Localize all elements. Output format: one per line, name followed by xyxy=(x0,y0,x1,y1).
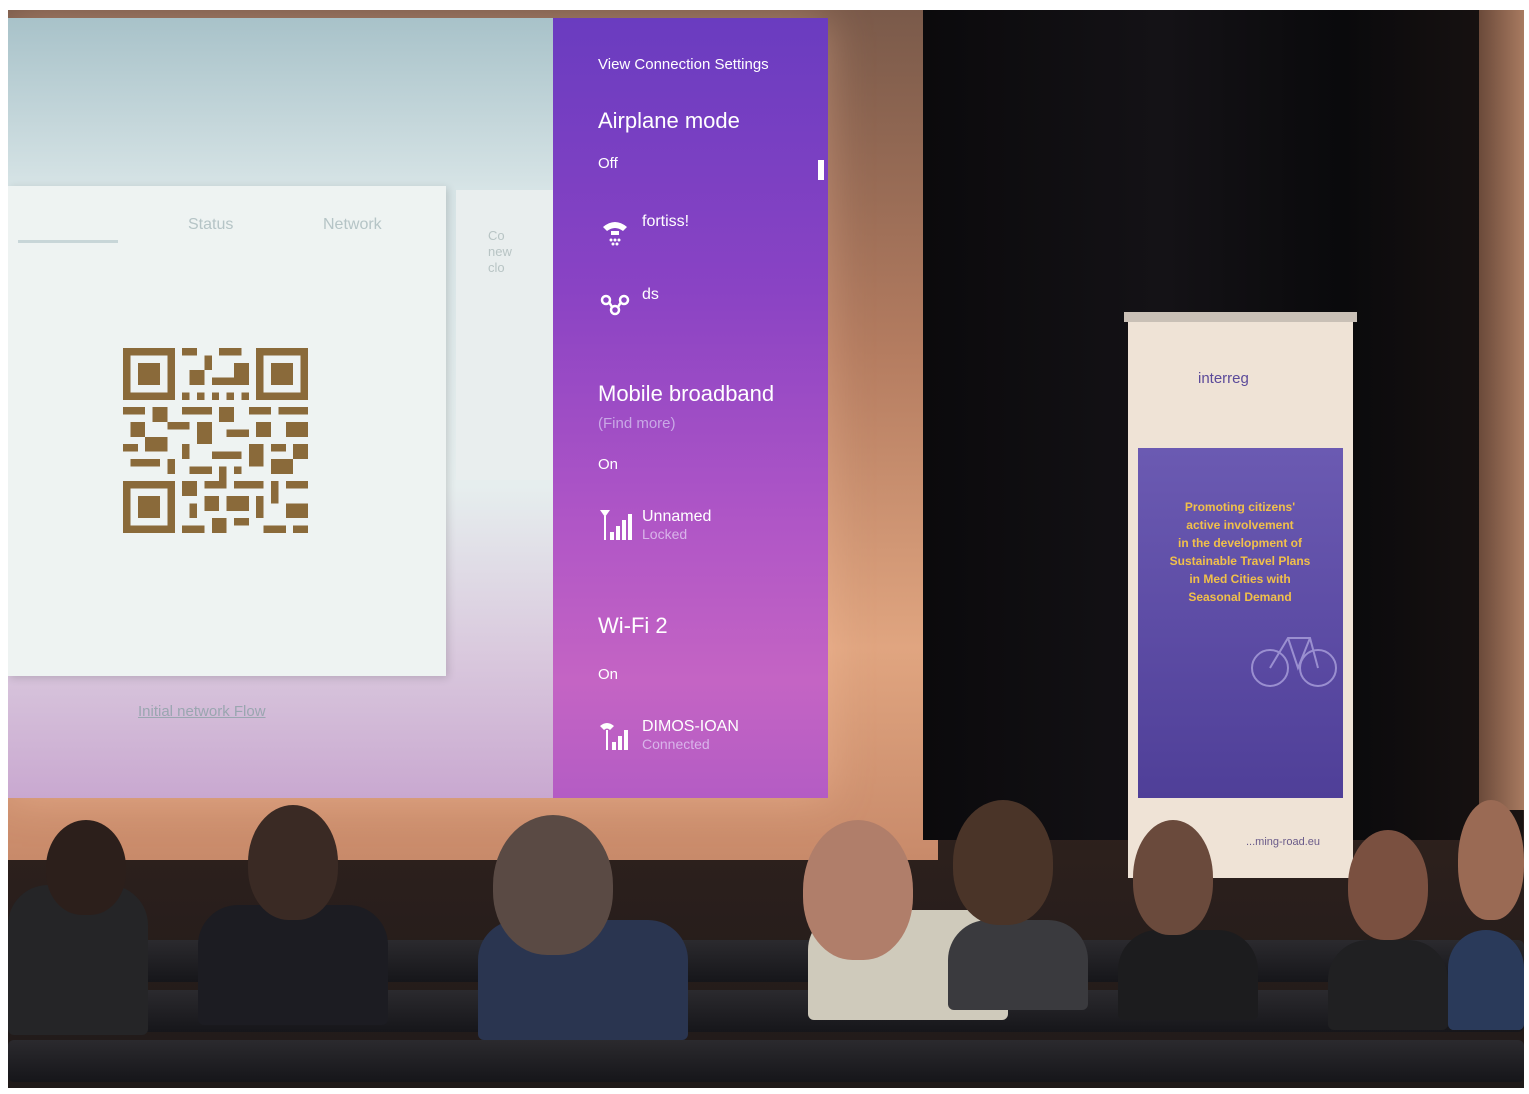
network-dimos-ioan[interactable]: DIMOS-IOAN Connected xyxy=(598,718,739,752)
interreg-logo: interreg xyxy=(1198,370,1249,387)
person-head xyxy=(1133,820,1213,935)
banner-line: active involvement xyxy=(1186,518,1294,532)
app-window: Status Network xyxy=(8,186,446,676)
person-head xyxy=(248,805,338,920)
network-name: Unnamed xyxy=(642,508,712,525)
tab-underline xyxy=(18,240,118,243)
airplane-mode-state[interactable]: Off xyxy=(598,155,618,172)
person xyxy=(198,905,388,1025)
wifi-signal-icon xyxy=(600,723,628,750)
audience xyxy=(8,790,1524,1088)
network-settings-panel: View Connection Settings Airplane mode O… xyxy=(553,18,828,798)
panel-partial-text: Co new clo xyxy=(488,228,512,275)
person-head xyxy=(46,820,126,915)
network-name: fortiss! xyxy=(642,213,690,230)
network-ds[interactable]: ds xyxy=(598,286,659,320)
banner-line: Promoting citizens' xyxy=(1184,500,1296,514)
network-status: Connected xyxy=(642,736,710,752)
person-head xyxy=(1348,830,1428,940)
network-status: Locked xyxy=(642,526,688,542)
mobile-broadband-title: Mobile broadband xyxy=(598,381,775,406)
mobile-broadband-state[interactable]: On xyxy=(598,456,618,473)
person-head xyxy=(493,815,613,955)
banner-line: Sustainable Travel Plans xyxy=(1169,554,1311,568)
dialup-icon xyxy=(603,222,627,246)
network-name: ds xyxy=(642,286,659,303)
banner-line: in the development of xyxy=(1177,536,1302,550)
person xyxy=(1118,930,1258,1020)
app-tab-network[interactable]: Network xyxy=(323,216,382,234)
airplane-mode-title: Airplane mode xyxy=(598,108,740,133)
network-name: DIMOS-IOAN xyxy=(642,718,739,735)
photo-frame: Status Network Co new clo Initial networ… xyxy=(8,10,1524,1088)
person xyxy=(1448,930,1524,1030)
banner-line: in Med Cities with xyxy=(1189,572,1291,586)
banner-headline: Promoting citizens' active involvement i… xyxy=(1150,498,1330,606)
right-wall xyxy=(1479,10,1524,810)
wifi-title: Wi-Fi 2 xyxy=(598,613,668,638)
seat-row xyxy=(8,1040,1524,1082)
airplane-toggle-thumb[interactable] xyxy=(818,160,824,180)
vpn-icon xyxy=(600,294,630,316)
person xyxy=(1328,940,1448,1030)
network-fortiss[interactable]: fortiss! xyxy=(598,213,689,247)
banner-line: Seasonal Demand xyxy=(1188,590,1292,604)
person-head xyxy=(1458,800,1524,920)
person-head xyxy=(953,800,1053,925)
qr-code-icon xyxy=(123,348,308,533)
network-flow-link[interactable]: Initial network Flow xyxy=(138,703,266,720)
app-tab-status[interactable]: Status xyxy=(188,216,233,234)
bicycle-icon xyxy=(1251,637,1337,687)
network-unnamed[interactable]: Unnamed Locked xyxy=(598,508,711,542)
find-more-link[interactable]: (Find more) xyxy=(598,415,676,432)
wifi-state[interactable]: On xyxy=(598,666,618,683)
view-connection-settings-link[interactable]: View Connection Settings xyxy=(598,56,769,73)
projection-screen: Status Network Co new clo Initial networ… xyxy=(8,18,828,798)
person-head xyxy=(803,820,913,960)
person xyxy=(948,920,1088,1010)
cellular-signal-icon xyxy=(600,510,632,540)
banner-bar xyxy=(1124,312,1357,322)
